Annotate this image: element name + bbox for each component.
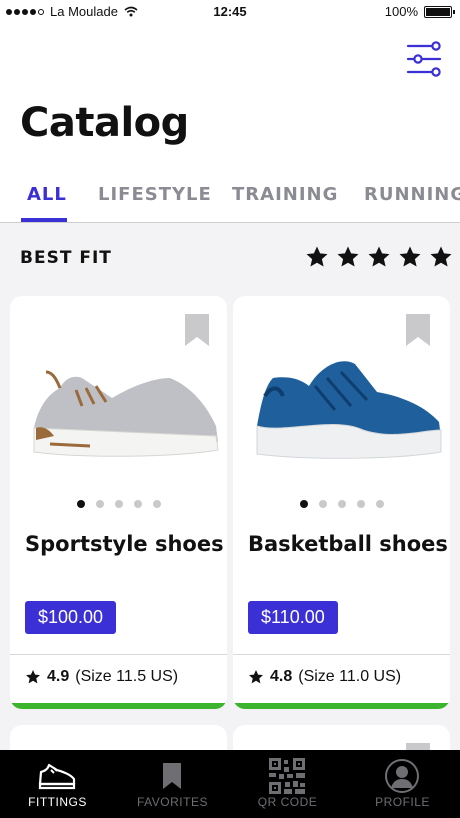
sneaker-image	[256, 361, 442, 459]
pager-dot[interactable]	[133, 500, 142, 508]
size-text: (Size 11.0 US)	[298, 668, 402, 685]
product-card[interactable]	[233, 725, 450, 750]
profile-icon	[385, 759, 419, 793]
product-name: Basketball shoes	[248, 532, 448, 556]
pager-dot[interactable]	[152, 500, 161, 508]
tab-lifestyle[interactable]: LIFESTYLE	[98, 184, 212, 205]
nav-fittings[interactable]: FITTINGS	[0, 750, 115, 818]
qr-code-icon	[269, 758, 305, 794]
battery-icon	[424, 5, 455, 18]
active-tab-indicator	[21, 218, 67, 222]
nav-label: FITTINGS	[28, 795, 87, 809]
star-icon	[337, 246, 359, 267]
pager-dot[interactable]	[114, 500, 123, 508]
image-pager	[10, 500, 227, 508]
tab-training[interactable]: TRAINING	[232, 184, 338, 205]
star-icon	[368, 246, 390, 267]
catalog-content[interactable]: BEST FIT Sportstyle shoes $100.00 4.9 (S…	[0, 223, 460, 750]
pager-dot[interactable]	[375, 500, 384, 508]
nav-favorites[interactable]: FAVORITES	[115, 750, 230, 818]
star-icon	[26, 670, 40, 684]
divider	[233, 654, 450, 655]
page-title: Catalog	[20, 100, 189, 146]
product-card[interactable]	[10, 725, 227, 750]
star-icon	[399, 246, 421, 267]
section-label: BEST FIT	[20, 248, 112, 268]
fit-indicator-bar	[233, 703, 450, 709]
nav-qr-code[interactable]: QR CODE	[230, 750, 345, 818]
fit-indicator-bar	[10, 703, 227, 709]
product-name: Sportstyle shoes	[25, 532, 224, 556]
star-icon	[430, 246, 452, 267]
sneaker-image	[33, 370, 219, 457]
tab-running[interactable]: RUNNING	[364, 184, 460, 205]
product-card[interactable]: Sportstyle shoes $100.00 4.9 (Size 11.5 …	[10, 296, 227, 709]
rating-stars[interactable]	[305, 245, 453, 269]
battery-info: 100%	[384, 4, 455, 19]
nav-profile[interactable]: PROFILE	[345, 750, 460, 818]
status-bar: La Moulade 12:45 100%	[0, 0, 460, 24]
pager-dot[interactable]	[95, 500, 104, 508]
rating-value: 4.9	[47, 668, 70, 685]
filter-button[interactable]	[404, 40, 444, 78]
pager-dot[interactable]	[337, 500, 346, 508]
pager-dot[interactable]	[299, 500, 308, 508]
bookmark-icon[interactable]	[406, 743, 430, 750]
price-badge[interactable]: $100.00	[25, 601, 117, 634]
pager-dot[interactable]	[76, 500, 85, 508]
pager-dot[interactable]	[356, 500, 365, 508]
star-icon	[306, 246, 328, 267]
battery-percent: 100%	[384, 4, 418, 19]
star-icon	[249, 670, 263, 684]
divider	[10, 654, 227, 655]
product-rating: 4.8 (Size 11.0 US)	[248, 668, 401, 686]
bookmark-icon[interactable]	[406, 314, 430, 346]
category-tabs: ALL LIFESTYLE TRAINING RUNNING	[0, 176, 460, 223]
nav-label: QR CODE	[257, 795, 318, 809]
product-card[interactable]: Basketball shoes $110.00 4.8 (Size 11.0 …	[233, 296, 450, 709]
bookmark-icon[interactable]	[185, 314, 209, 346]
size-text: (Size 11.5 US)	[75, 668, 179, 685]
price-badge[interactable]: $110.00	[248, 601, 338, 634]
product-rating: 4.9 (Size 11.5 US)	[25, 668, 178, 686]
image-pager	[233, 500, 450, 508]
bookmark-icon	[163, 763, 181, 789]
nav-label: FAVORITES	[137, 795, 208, 809]
sneaker-icon	[38, 763, 76, 790]
nav-label: PROFILE	[375, 795, 430, 809]
tab-all[interactable]: ALL	[27, 184, 67, 205]
bottom-tab-bar: FITTINGS FAVORITES QR CODE PROFILE	[0, 750, 460, 818]
pager-dot[interactable]	[318, 500, 327, 508]
rating-value: 4.8	[270, 668, 293, 685]
